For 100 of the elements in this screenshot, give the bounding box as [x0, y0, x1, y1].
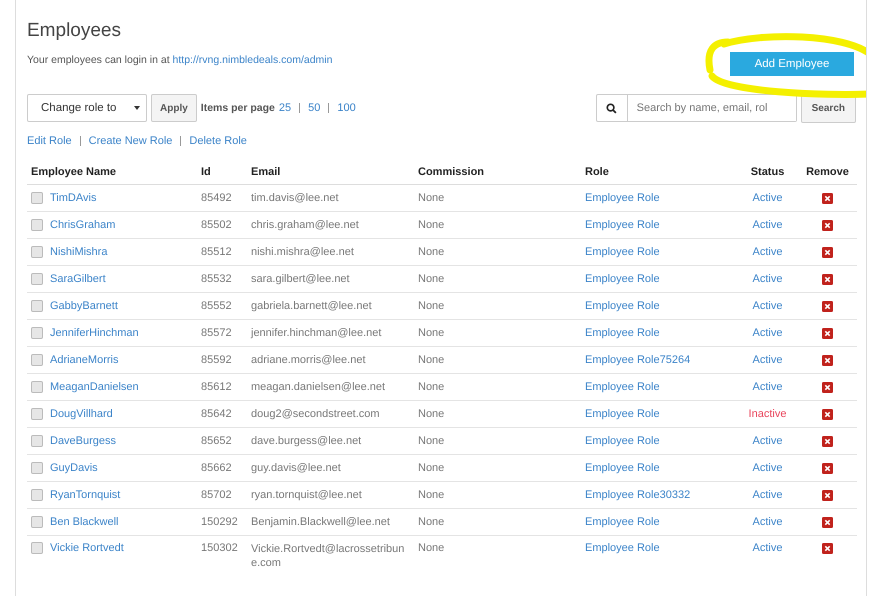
- role-link[interactable]: Create New Role: [88, 135, 172, 147]
- table-cell: chris.graham@lee.net: [251, 219, 359, 231]
- table-cell: None: [418, 408, 444, 420]
- row-checkbox[interactable]: [31, 408, 43, 420]
- login-link[interactable]: http://rvng.nimbledeals.com/admin: [172, 54, 332, 66]
- table-cell: 85492: [201, 192, 232, 204]
- status-link[interactable]: Active: [752, 542, 782, 554]
- apply-button[interactable]: Apply: [151, 94, 197, 122]
- employee-name-link[interactable]: JenniferHinchman: [50, 327, 139, 339]
- status-link[interactable]: Active: [752, 381, 782, 393]
- employee-name-link[interactable]: RyanTornquist: [50, 489, 120, 501]
- page-size-link[interactable]: 100: [337, 102, 356, 114]
- remove-icon[interactable]: [822, 246, 833, 258]
- employee-name-link[interactable]: Vickie Rortvedt: [50, 542, 124, 554]
- remove-icon[interactable]: [822, 274, 833, 285]
- row-checkbox[interactable]: [31, 192, 43, 204]
- role-link[interactable]: Employee Role: [585, 542, 660, 554]
- table-cell: jennifer.hinchman@lee.net: [251, 327, 382, 339]
- table-cell: None: [418, 219, 444, 231]
- role-link[interactable]: Employee Role: [585, 246, 660, 258]
- remove-icon[interactable]: [822, 490, 833, 501]
- status-link[interactable]: Active: [752, 462, 782, 474]
- role-link[interactable]: Employee Role: [585, 462, 660, 474]
- page-size-link[interactable]: 25: [278, 102, 292, 114]
- row-checkbox[interactable]: [31, 273, 43, 285]
- role-link[interactable]: Employee Role: [585, 435, 660, 447]
- status-link[interactable]: Active: [752, 516, 782, 528]
- remove-icon[interactable]: [822, 462, 833, 474]
- remove-icon[interactable]: [822, 542, 833, 554]
- status-link[interactable]: Active: [752, 219, 782, 231]
- add-employee-button[interactable]: Add Employee: [730, 52, 854, 76]
- row-checkbox[interactable]: [31, 462, 43, 474]
- row-checkbox[interactable]: [31, 516, 43, 528]
- status-link[interactable]: Active: [752, 435, 782, 447]
- role-link[interactable]: Employee Role: [585, 300, 660, 312]
- row-checkbox[interactable]: [31, 327, 43, 339]
- employee-name-link[interactable]: GuyDavis: [50, 462, 98, 474]
- table-cell: None: [418, 542, 444, 554]
- remove-icon[interactable]: [822, 192, 833, 204]
- employee-name-link[interactable]: GabbyBarnett: [50, 300, 118, 312]
- remove-icon[interactable]: [822, 382, 833, 393]
- table-cell: 85512: [201, 246, 232, 258]
- row-checkbox[interactable]: [31, 542, 43, 554]
- table-cell: sara.gilbert@lee.net: [251, 273, 350, 285]
- employee-name-link[interactable]: NishiMishra: [50, 246, 108, 258]
- table-cell: adriane.morris@lee.net: [251, 354, 366, 366]
- remove-icon[interactable]: [822, 300, 833, 312]
- role-link[interactable]: Employee Role: [585, 408, 660, 420]
- employee-name-link[interactable]: SaraGilbert: [50, 273, 106, 285]
- table-cell: 85532: [201, 273, 232, 285]
- employee-name-link[interactable]: Ben Blackwell: [50, 516, 118, 528]
- table-cell: None: [418, 381, 444, 393]
- role-link[interactable]: Employee Role: [585, 516, 660, 528]
- table-cell: None: [418, 273, 444, 285]
- search-field[interactable]: Search by name, email, rol: [596, 94, 797, 122]
- remove-icon[interactable]: [822, 354, 833, 366]
- role-link[interactable]: Employee Role: [585, 381, 660, 393]
- status-link[interactable]: Active: [752, 192, 782, 204]
- status-link[interactable]: Active: [752, 327, 782, 339]
- employee-name-link[interactable]: TimDAvis: [50, 192, 96, 204]
- table-cell: 85662: [201, 462, 232, 474]
- employee-name-link[interactable]: MeaganDanielsen: [50, 381, 139, 393]
- employee-name-link[interactable]: DougVillhard: [50, 408, 113, 420]
- status-link[interactable]: Active: [752, 273, 782, 285]
- role-link[interactable]: Employee Role: [585, 219, 660, 231]
- status-link[interactable]: Active: [752, 489, 782, 501]
- employee-name-link[interactable]: DaveBurgess: [50, 435, 116, 447]
- role-link[interactable]: Employee Role: [585, 327, 660, 339]
- row-checkbox[interactable]: [31, 246, 43, 258]
- remove-icon[interactable]: [822, 408, 833, 420]
- role-link[interactable]: Employee Role75264: [585, 354, 690, 366]
- role-link[interactable]: Delete Role: [189, 135, 247, 147]
- role-link[interactable]: Employee Role: [585, 192, 660, 204]
- table-cell: None: [418, 192, 444, 204]
- column-header: Commission: [418, 166, 484, 178]
- employee-name-link[interactable]: ChrisGraham: [50, 219, 116, 231]
- remove-icon[interactable]: [822, 328, 833, 339]
- employee-name-link[interactable]: AdrianeMorris: [50, 354, 118, 366]
- table-cell: 85572: [201, 327, 232, 339]
- role-link[interactable]: Employee Role: [585, 273, 660, 285]
- role-link[interactable]: Edit Role: [27, 135, 72, 147]
- table-cell: None: [418, 489, 444, 501]
- page-size-link[interactable]: 50: [308, 102, 320, 114]
- row-checkbox[interactable]: [31, 489, 43, 501]
- status-link[interactable]: Active: [752, 246, 782, 258]
- remove-icon[interactable]: [822, 516, 833, 528]
- table-cell: None: [418, 435, 444, 447]
- change-role-select[interactable]: Change role to: [27, 94, 147, 122]
- role-link[interactable]: Employee Role30332: [585, 489, 690, 501]
- status-link[interactable]: Active: [752, 354, 782, 366]
- row-checkbox[interactable]: [31, 381, 43, 393]
- row-checkbox[interactable]: [31, 435, 43, 447]
- status-link[interactable]: Active: [752, 300, 782, 312]
- row-checkbox[interactable]: [31, 300, 43, 312]
- remove-icon[interactable]: [822, 436, 833, 447]
- remove-icon[interactable]: [822, 220, 833, 231]
- row-checkbox[interactable]: [31, 354, 43, 366]
- column-header: Role: [585, 166, 609, 178]
- row-checkbox[interactable]: [31, 219, 43, 231]
- status-link[interactable]: Inactive: [748, 408, 786, 420]
